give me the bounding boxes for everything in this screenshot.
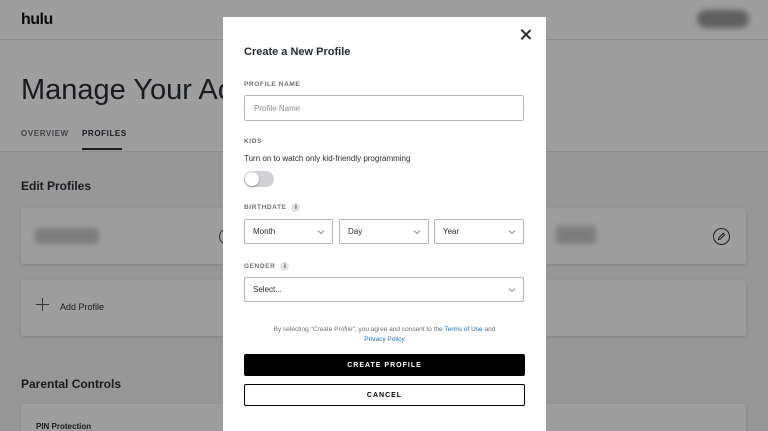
birthdate-label: BIRTHDATE i: [244, 203, 301, 212]
birth-day-value: Day: [348, 227, 363, 236]
chevron-down-icon: [508, 230, 516, 235]
birth-year-select[interactable]: Year: [434, 219, 524, 244]
birth-month-select[interactable]: Month: [244, 219, 333, 244]
consent-and: and: [482, 326, 496, 333]
gender-label-text: GENDER: [244, 263, 276, 270]
chevron-down-icon: [413, 230, 421, 235]
privacy-policy-link[interactable]: Privacy Policy: [364, 336, 404, 343]
consent-prefix: By selecting "Create Profile", you agree…: [273, 326, 445, 333]
consent-text: By selecting "Create Profile", you agree…: [263, 325, 506, 345]
modal-title: Create a New Profile: [244, 46, 351, 58]
toggle-knob: [245, 172, 259, 186]
info-icon[interactable]: i: [280, 262, 290, 271]
profile-name-label: PROFILE NAME: [244, 81, 300, 88]
chevron-down-icon: [508, 288, 516, 293]
birth-year-value: Year: [443, 227, 460, 236]
profile-name-label-text: PROFILE NAME: [244, 81, 301, 88]
birth-month-value: Month: [253, 227, 276, 236]
kids-description: Turn on to watch only kid-friendly progr…: [244, 154, 411, 163]
close-icon[interactable]: [519, 28, 533, 42]
profile-name-input[interactable]: [244, 95, 524, 121]
cancel-button[interactable]: CANCEL: [244, 384, 525, 406]
gender-label: GENDER i: [244, 262, 290, 271]
info-icon[interactable]: i: [291, 203, 301, 212]
chevron-down-icon: [317, 230, 325, 235]
kids-label-text: KIDS: [244, 138, 262, 145]
birthdate-label-text: BIRTHDATE: [244, 204, 287, 211]
create-profile-modal: Create a New Profile PROFILE NAME KIDS T…: [223, 17, 546, 431]
kids-label: KIDS: [244, 138, 262, 145]
create-profile-button[interactable]: CREATE PROFILE: [244, 354, 525, 376]
gender-value: Select...: [253, 285, 282, 294]
kids-toggle[interactable]: [244, 171, 274, 187]
terms-of-use-link[interactable]: Terms of Use: [444, 326, 482, 333]
gender-select[interactable]: Select...: [244, 277, 524, 302]
birth-day-select[interactable]: Day: [339, 219, 429, 244]
